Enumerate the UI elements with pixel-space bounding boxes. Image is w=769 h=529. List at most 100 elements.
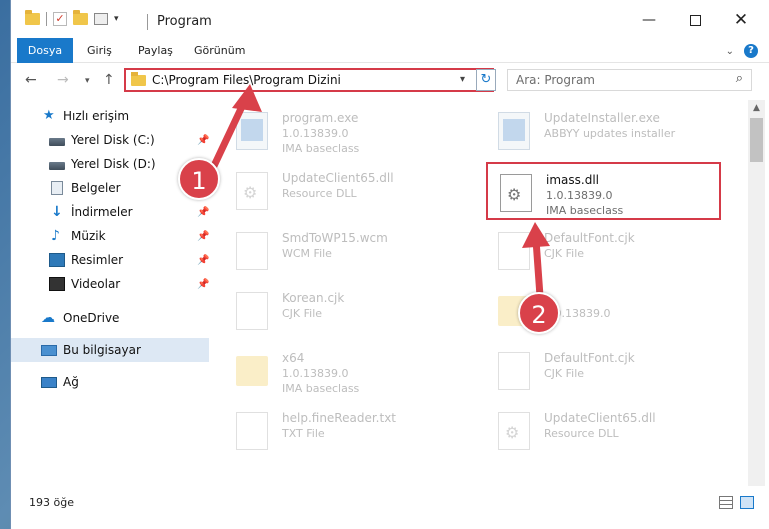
list-item[interactable]: Korean.cjk CJK File bbox=[224, 282, 459, 340]
file-name: UpdateClient65.dll bbox=[282, 171, 394, 185]
explorer-window: ✓ ▾ Program — ✕ Dosya Giriş Paylaş Görün… bbox=[10, 0, 769, 529]
refresh-button[interactable]: ↻ bbox=[476, 69, 496, 91]
file-name: imass.dll bbox=[546, 173, 599, 187]
scroll-thumb[interactable] bbox=[750, 118, 763, 162]
sidebar-item-label: Videolar bbox=[71, 277, 121, 291]
back-button[interactable]: ← bbox=[25, 72, 37, 88]
sidebar-item-this-pc[interactable]: Bu bilgisayar bbox=[11, 338, 209, 362]
address-path[interactable]: C:\Program Files\Program Dizini bbox=[152, 73, 341, 87]
details-view-icon[interactable] bbox=[719, 496, 733, 509]
expand-ribbon-icon[interactable]: ⌄ bbox=[726, 46, 734, 57]
sidebar-item-videos[interactable]: Videolar 📌 bbox=[11, 272, 211, 296]
file-description: CJK File bbox=[282, 307, 323, 320]
folder-icon bbox=[25, 10, 40, 25]
forward-button[interactable]: → bbox=[57, 72, 69, 88]
sidebar-item-network[interactable]: Ağ bbox=[11, 370, 211, 394]
quick-access-toolbar: ✓ ▾ bbox=[25, 10, 119, 26]
file-name: x64 bbox=[282, 351, 305, 365]
minimize-button[interactable]: — bbox=[626, 6, 672, 34]
drive-icon bbox=[49, 137, 65, 146]
list-item[interactable]: UpdateClient65.dll Resource DLL bbox=[224, 162, 459, 220]
file-description: TXT File bbox=[282, 427, 325, 440]
search-icon[interactable]: ⌕ bbox=[736, 71, 743, 86]
computer-icon bbox=[41, 344, 57, 356]
window-title: Program bbox=[157, 14, 212, 29]
search-box[interactable]: ⌕ bbox=[507, 69, 752, 91]
tiles-view-icon[interactable] bbox=[740, 496, 754, 509]
file-name: Korean.cjk bbox=[282, 291, 345, 305]
pin-icon[interactable]: 📌 bbox=[197, 207, 209, 218]
sidebar-item-label: Yerel Disk (C:) bbox=[71, 133, 155, 147]
list-item[interactable]: help.fineReader.txt TXT File bbox=[224, 402, 459, 460]
annotation-marker-2: 2 bbox=[518, 292, 560, 334]
maximize-button[interactable] bbox=[672, 6, 718, 34]
sidebar-item-label: Bu bilgisayar bbox=[63, 343, 141, 357]
file-name: help.fineReader.txt bbox=[282, 411, 396, 425]
sidebar-item-downloads[interactable]: ↓ İndirmeler 📌 bbox=[11, 200, 211, 224]
file-name: DefaultFont.cjk bbox=[544, 231, 635, 245]
file-version: 1.0.13839.0 bbox=[546, 189, 613, 202]
close-button[interactable]: ✕ bbox=[718, 6, 764, 34]
file-icon bbox=[498, 232, 530, 270]
file-description: Resource DLL bbox=[282, 187, 357, 200]
cloud-icon: ☁ bbox=[41, 310, 55, 326]
file-icon bbox=[236, 232, 268, 270]
scroll-up-icon[interactable]: ▲ bbox=[748, 100, 765, 116]
ribbon: Dosya Giriş Paylaş Görünüm ⌄ ? bbox=[11, 38, 769, 63]
dll-file-icon bbox=[498, 412, 530, 450]
tab-file[interactable]: Dosya bbox=[17, 38, 73, 63]
file-icon bbox=[236, 292, 268, 330]
properties-check-icon[interactable]: ✓ bbox=[53, 12, 67, 26]
address-dropdown-icon[interactable]: ▾ bbox=[460, 74, 465, 85]
pictures-icon bbox=[49, 253, 65, 267]
sidebar-item-label: Müzik bbox=[71, 229, 106, 243]
folder-icon bbox=[131, 72, 146, 86]
list-item[interactable]: UpdateClient65.dll Resource DLL bbox=[486, 402, 721, 460]
up-button[interactable]: ↑ bbox=[103, 72, 115, 88]
navigation-pane: ★ Hızlı erişim Yerel Disk (C:) 📌 Yerel D… bbox=[11, 100, 211, 486]
list-item[interactable]: UpdateInstaller.exe ABBYY updates instal… bbox=[486, 102, 721, 160]
title-divider bbox=[147, 14, 148, 30]
address-bar[interactable]: C:\Program Files\Program Dizini ▾ bbox=[124, 68, 494, 92]
sidebar-item-local-disk-c[interactable]: Yerel Disk (C:) 📌 bbox=[11, 128, 211, 152]
list-item[interactable]: DefaultFont.cjk CJK File bbox=[486, 222, 721, 280]
download-icon: ↓ bbox=[51, 204, 63, 220]
pin-icon[interactable]: 📌 bbox=[197, 279, 209, 290]
sidebar-item-quick-access[interactable]: ★ Hızlı erişim bbox=[11, 104, 211, 128]
new-folder-icon[interactable] bbox=[73, 10, 88, 25]
help-icon[interactable]: ? bbox=[744, 44, 758, 58]
pin-icon[interactable]: 📌 bbox=[197, 135, 209, 146]
list-item[interactable]: x64 1.0.13839.0 IMA baseclass bbox=[224, 342, 459, 400]
file-description: IMA baseclass bbox=[546, 204, 624, 217]
pin-icon[interactable]: 📌 bbox=[197, 231, 209, 242]
list-item[interactable]: program.exe 1.0.13839.0 IMA baseclass bbox=[224, 102, 459, 160]
tab-home[interactable]: Giriş bbox=[87, 38, 112, 63]
sidebar-item-music[interactable]: ♪ Müzik 📌 bbox=[11, 224, 211, 248]
sidebar-item-label: Ağ bbox=[63, 375, 79, 389]
recent-locations-button[interactable]: ▾ bbox=[85, 76, 90, 86]
file-name: program.exe bbox=[282, 111, 359, 125]
sidebar-item-label: OneDrive bbox=[63, 311, 120, 325]
title-bar: ✓ ▾ Program — ✕ bbox=[11, 0, 769, 38]
tab-share[interactable]: Paylaş bbox=[138, 38, 173, 63]
file-description: CJK File bbox=[544, 367, 585, 380]
list-item-imass-dll[interactable]: imass.dll 1.0.13839.0 IMA baseclass bbox=[486, 162, 721, 220]
file-description: IMA baseclass bbox=[282, 382, 360, 395]
customize-toolbar-icon[interactable]: ▾ bbox=[114, 14, 119, 24]
sidebar-item-pictures[interactable]: Resimler 📌 bbox=[11, 248, 211, 272]
sidebar-item-label: İndirmeler bbox=[71, 205, 133, 219]
tab-view[interactable]: Görünüm bbox=[194, 38, 245, 63]
file-description: WCM File bbox=[282, 247, 332, 260]
list-item[interactable]: SmdToWP15.wcm WCM File bbox=[224, 222, 459, 280]
status-bar: 193 öğe bbox=[11, 488, 769, 518]
annotation-marker-1: 1 bbox=[178, 158, 220, 200]
vertical-scrollbar[interactable]: ▲ bbox=[748, 100, 765, 486]
list-item[interactable]: DefaultFont.cjk CJK File bbox=[486, 342, 721, 400]
file-list: program.exe 1.0.13839.0 IMA baseclass Up… bbox=[224, 100, 748, 486]
sidebar-item-onedrive[interactable]: ☁ OneDrive bbox=[11, 306, 211, 330]
file-description: ABBYY updates installer bbox=[544, 127, 676, 140]
properties-icon[interactable] bbox=[94, 13, 108, 25]
search-input[interactable] bbox=[508, 70, 718, 90]
file-version: 1.0.13839.0 bbox=[282, 367, 349, 380]
pin-icon[interactable]: 📌 bbox=[197, 255, 209, 266]
